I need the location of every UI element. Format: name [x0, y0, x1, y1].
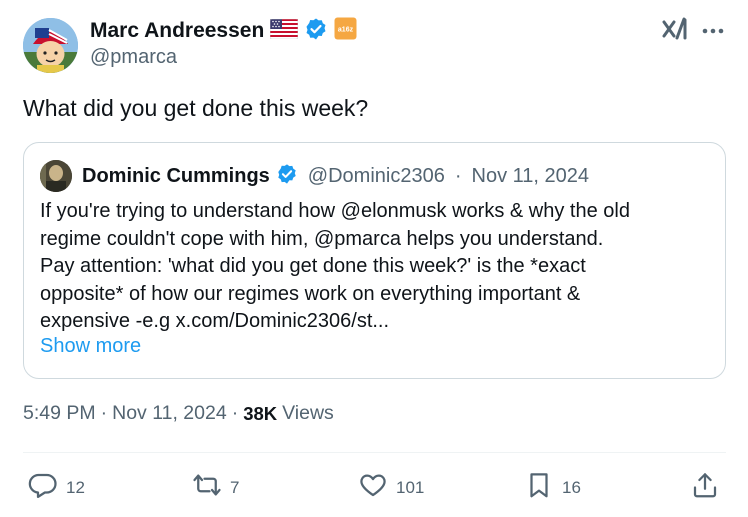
reply-button[interactable]: 12	[28, 470, 85, 505]
verified-icon[interactable]	[304, 17, 328, 46]
author-name[interactable]: Marc Andreessen	[90, 19, 264, 43]
us-flag-icon	[269, 18, 299, 44]
views-count: 38K	[243, 402, 278, 424]
quoted-author-name: Dominic Cummings	[82, 164, 270, 187]
repost-count: 7	[230, 477, 240, 497]
author-avatar[interactable]	[23, 18, 78, 73]
share-button[interactable]	[690, 470, 720, 505]
tweet-time[interactable]: 5:49 PM	[23, 402, 96, 425]
bookmark-count: 16	[562, 477, 581, 497]
quoted-text-line: expensive -e.g x.com/Dominic2306/st...	[40, 310, 390, 332]
tweet-date[interactable]: Nov 11, 2024	[112, 402, 227, 425]
show-more-link[interactable]: Show more	[40, 335, 141, 358]
quoted-meta-separator: ·	[454, 164, 462, 187]
author-handle[interactable]: @pmarca	[90, 46, 177, 69]
bookmark-button[interactable]: 16	[524, 470, 581, 505]
share-icon	[690, 470, 720, 505]
repost-button[interactable]: 7	[192, 470, 239, 505]
quoted-verified-icon	[276, 163, 298, 190]
quoted-text-line: regime couldn't cope with him, @pmarca h…	[40, 227, 604, 250]
like-button[interactable]: 101	[358, 470, 424, 505]
tweet-meta: 5:49 PM · Nov 11, 2024 · 38K Views	[23, 402, 334, 425]
reply-icon	[28, 470, 58, 505]
meta-separator: ·	[231, 402, 239, 424]
divider	[23, 452, 726, 453]
xai-icon[interactable]	[660, 16, 690, 44]
quoted-text-line: If you're trying to understand how @elon…	[40, 200, 630, 222]
quoted-date: Nov 11, 2024	[471, 164, 590, 187]
reply-count: 12	[66, 477, 85, 497]
quoted-tweet-text: If you're trying to understand how @elon…	[40, 198, 710, 336]
like-icon	[358, 470, 388, 505]
like-count: 101	[396, 477, 425, 497]
quoted-tweet[interactable]: Dominic Cummings @Dominic2306 · Nov 11, …	[23, 142, 726, 379]
views-label: Views	[282, 402, 334, 424]
a16z-badge-icon[interactable]: a16z	[334, 17, 357, 45]
more-icon[interactable]	[700, 18, 726, 44]
author-name-row: Marc Andreessen a16z	[90, 17, 357, 45]
quoted-text-line: Pay attention: 'what did you get done th…	[40, 255, 586, 277]
avatar-image	[23, 18, 78, 73]
meta-separator: ·	[100, 402, 108, 424]
repost-icon	[192, 470, 222, 505]
tweet-text: What did you get done this week?	[23, 95, 369, 121]
quoted-tweet-header: Dominic Cummings @Dominic2306 · Nov 11, …	[40, 160, 589, 192]
quoted-author-handle: @Dominic2306	[307, 164, 445, 187]
quoted-author-avatar[interactable]	[40, 160, 72, 192]
bookmark-icon	[524, 470, 554, 505]
quoted-text-line: opposite* of how our regimes work on eve…	[40, 282, 581, 305]
a16z-badge-text: a16z	[338, 27, 354, 34]
